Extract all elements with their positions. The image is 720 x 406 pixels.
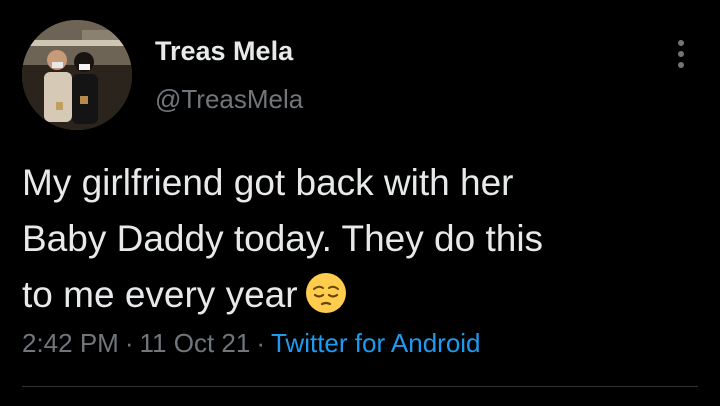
- tweet-metadata: 2:42 PM · 11 Oct 21 · Twitter for Android: [22, 328, 481, 359]
- meta-separator: ·: [124, 328, 134, 358]
- more-options-button[interactable]: [664, 34, 698, 74]
- tweet-text-line-last: to me every year: [22, 267, 702, 323]
- pensive-face-emoji-icon: [305, 273, 346, 313]
- more-options-icon-dot: [678, 62, 684, 68]
- tweet-time[interactable]: 2:42 PM: [22, 328, 119, 358]
- more-options-icon-dot: [678, 51, 684, 57]
- tweet-date[interactable]: 11 Oct 21: [140, 328, 251, 358]
- tweet-text-line: My girlfriend got back with her: [22, 162, 514, 203]
- tweet-text: My girlfriend got back with her Baby Dad…: [22, 155, 702, 323]
- tweet-source-link[interactable]: Twitter for Android: [271, 328, 481, 358]
- author-name[interactable]: Treas Mela: [155, 36, 293, 67]
- tweet-text-line: Baby Daddy today. They do this: [22, 218, 544, 259]
- more-options-icon: [678, 40, 684, 46]
- tweet-card: Treas Mela @TreasMela My girlfriend got …: [0, 0, 720, 406]
- avatar[interactable]: [22, 20, 132, 130]
- meta-separator: ·: [256, 328, 265, 358]
- divider: [22, 386, 698, 387]
- profile-photo-icon: [22, 20, 132, 130]
- author-handle[interactable]: @TreasMela: [155, 84, 303, 115]
- tweet-text-line-content: to me every year: [22, 274, 298, 315]
